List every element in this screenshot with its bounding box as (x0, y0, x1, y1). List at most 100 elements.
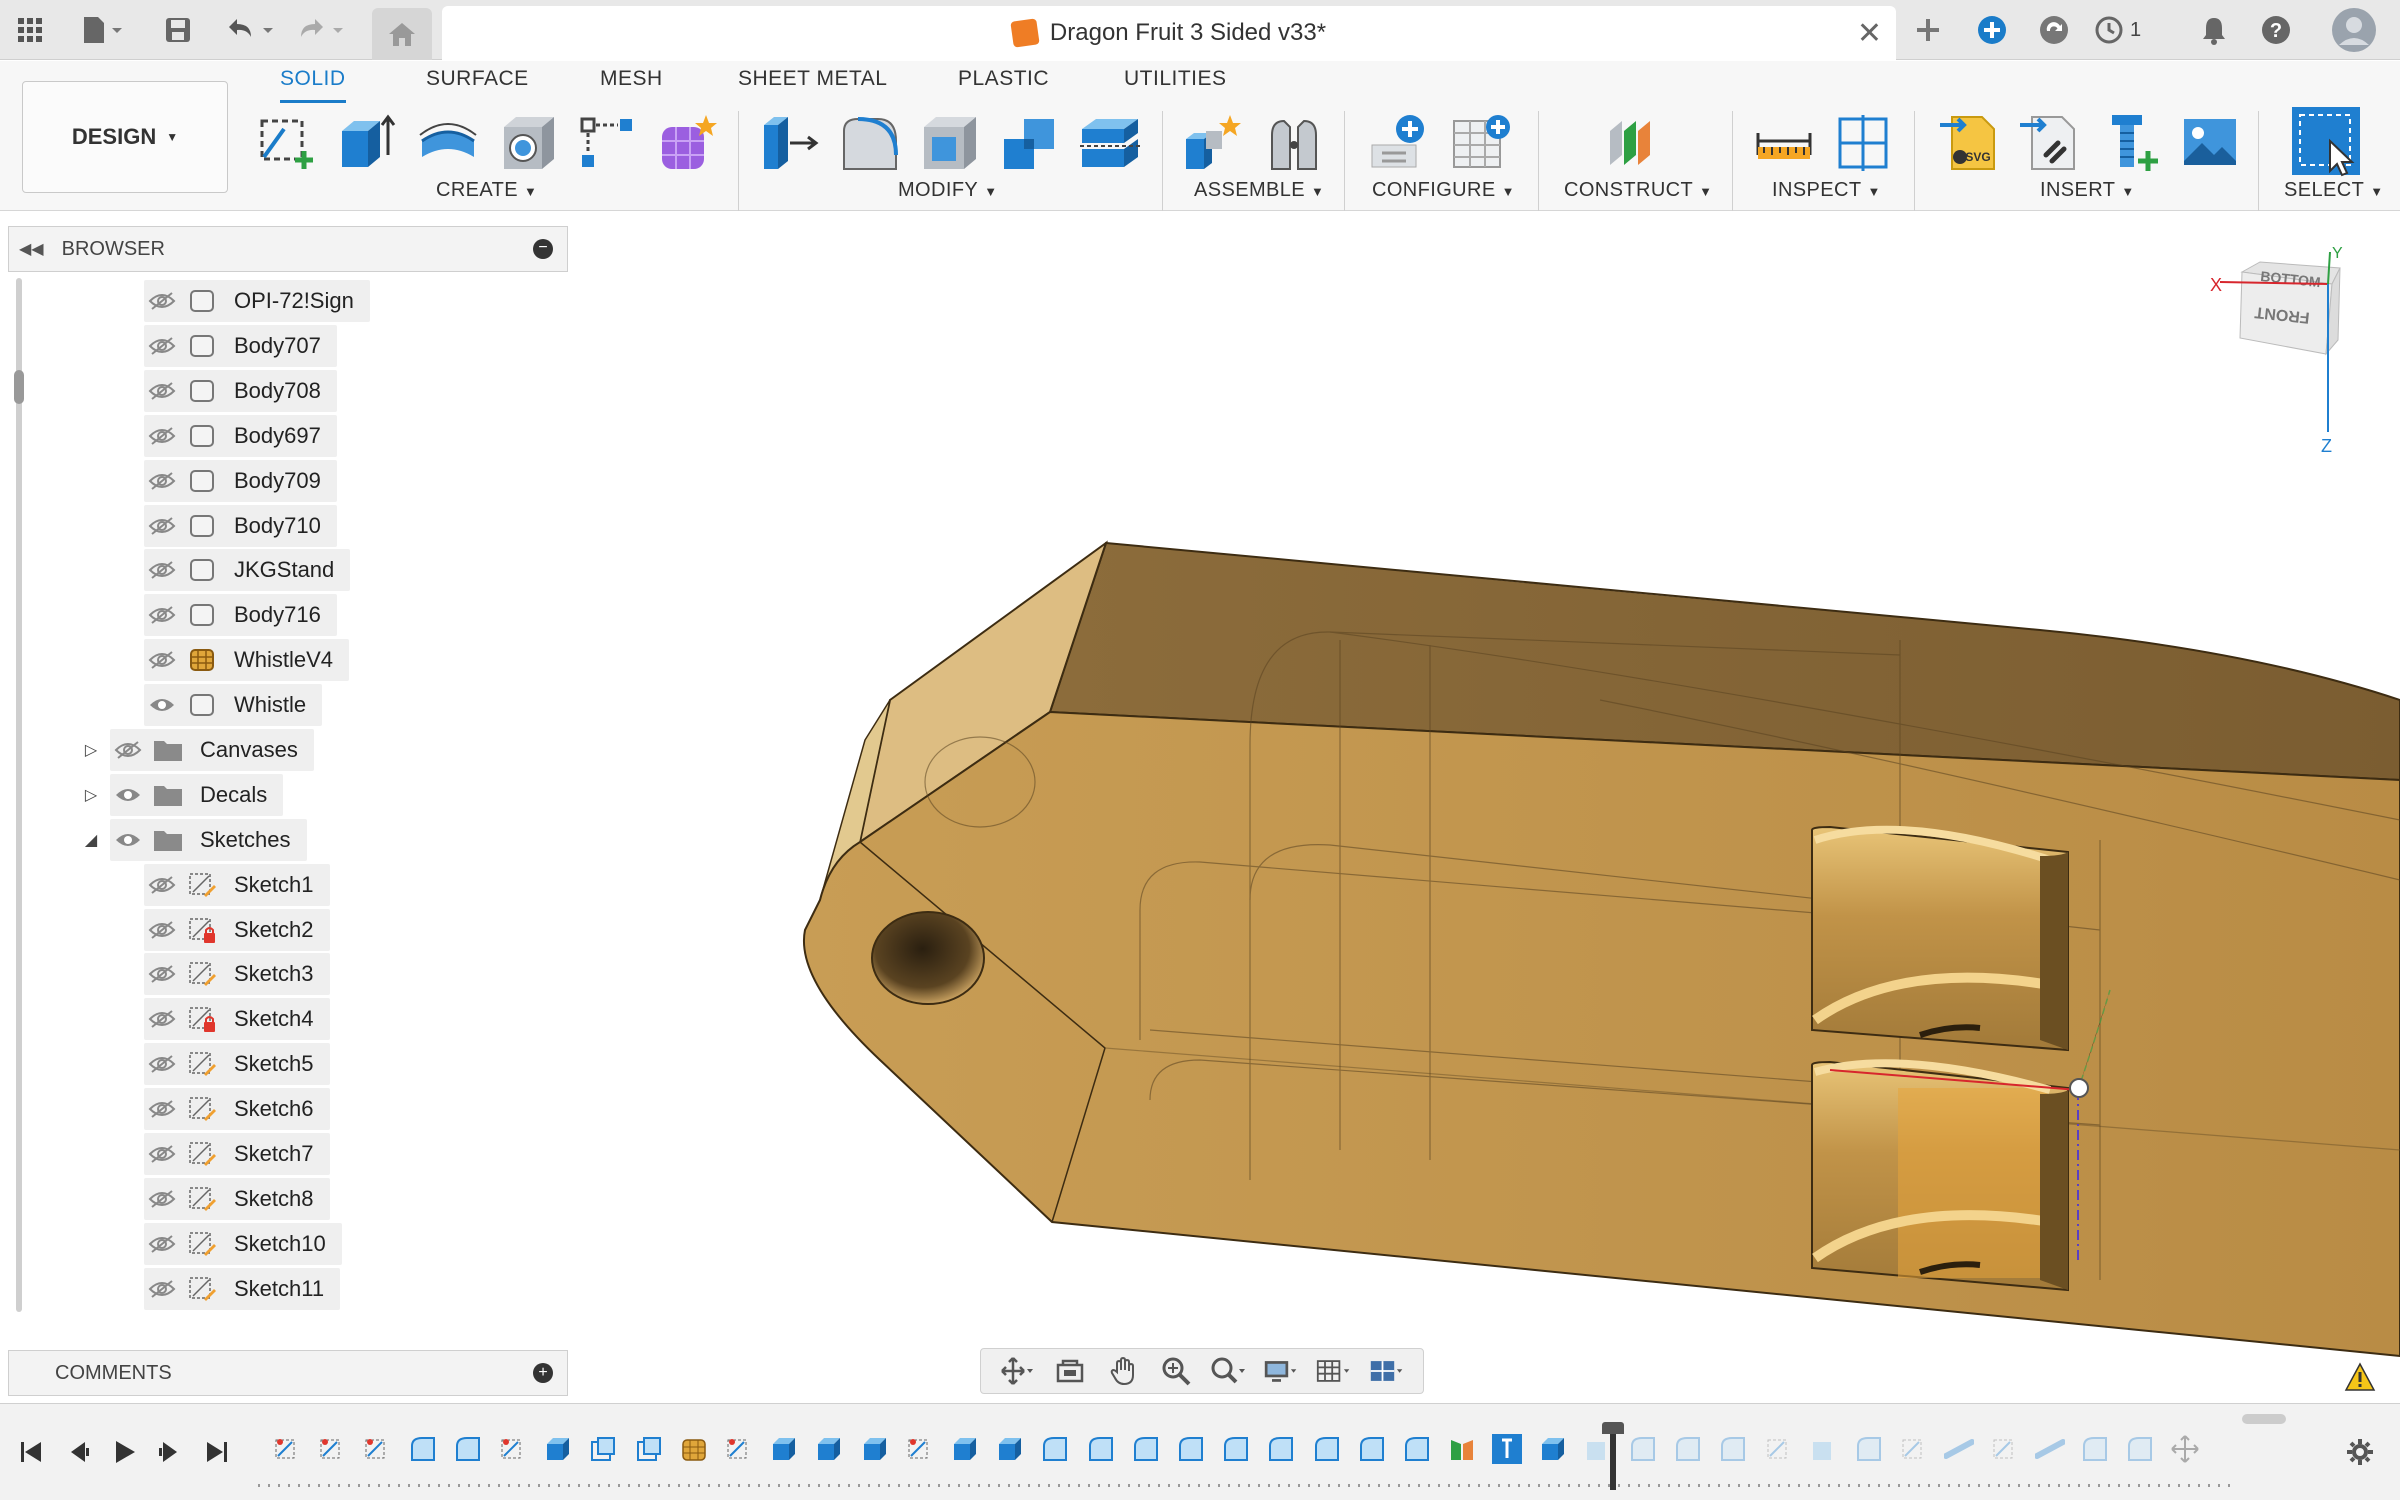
fillet-feature-icon[interactable] (1176, 1434, 1206, 1464)
configure-menu[interactable]: CONFIGURE ▼ (1372, 179, 1515, 202)
hole-icon[interactable] (496, 111, 560, 175)
mesh-feature-icon[interactable] (679, 1434, 709, 1464)
fillet-feature-icon[interactable] (1266, 1434, 1296, 1464)
body-item[interactable]: Body709 (144, 460, 337, 502)
sketch-item[interactable]: Sketch10 (144, 1223, 342, 1265)
eye-hidden-icon[interactable] (144, 1140, 180, 1168)
suppressed-fillet-icon[interactable] (2125, 1434, 2155, 1464)
timeline-last-icon[interactable] (196, 1432, 236, 1472)
file-menu-icon[interactable] (72, 8, 132, 52)
eye-hidden-icon[interactable] (144, 332, 180, 360)
eye-visible-icon[interactable] (144, 691, 180, 719)
configure-design-icon[interactable] (1368, 111, 1432, 175)
redo-icon[interactable] (290, 8, 350, 52)
sketch-feature-icon[interactable] (317, 1434, 347, 1464)
fillet-feature-icon[interactable] (1086, 1434, 1116, 1464)
extensions-icon[interactable] (1970, 8, 2014, 52)
eye-visible-icon[interactable] (110, 826, 146, 854)
eye-hidden-icon[interactable] (144, 601, 180, 629)
avatar[interactable] (2328, 8, 2380, 52)
combine-feature-icon[interactable] (588, 1434, 618, 1464)
save-icon[interactable] (158, 8, 198, 52)
extrude-feature-icon[interactable] (769, 1434, 799, 1464)
eye-hidden-icon[interactable] (144, 1185, 180, 1213)
combine-feature-icon[interactable] (634, 1434, 664, 1464)
sketch-item[interactable]: Sketch7 (144, 1133, 330, 1175)
tab-solid[interactable]: SOLID (280, 67, 346, 103)
collapse-triangle-icon[interactable]: ◢ (80, 829, 102, 851)
fillet-feature-icon[interactable] (1312, 1434, 1342, 1464)
eye-hidden-icon[interactable] (144, 1095, 180, 1123)
extrude-feature-icon[interactable] (995, 1434, 1025, 1464)
folder-item[interactable]: Sketches (110, 819, 307, 861)
suppressed-extrude-icon[interactable] (1583, 1434, 1613, 1464)
eye-hidden-icon[interactable] (144, 1005, 180, 1033)
collapse-panel-icon[interactable]: ◀◀ (19, 239, 44, 259)
body-item[interactable]: Body708 (144, 370, 337, 412)
fillet-feature-icon[interactable] (1402, 1434, 1432, 1464)
timeline-scroll[interactable] (2242, 1414, 2286, 1424)
insert-mcmaster-icon[interactable] (2098, 111, 2162, 175)
eye-hidden-icon[interactable] (144, 556, 180, 584)
configuration-table-icon[interactable] (1450, 111, 1514, 175)
timeline-previous-icon[interactable] (58, 1432, 98, 1472)
assemble-menu[interactable]: ASSEMBLE ▼ (1194, 179, 1324, 202)
inspect-menu[interactable]: INSPECT ▼ (1772, 179, 1881, 202)
body-item[interactable]: Body716 (144, 594, 337, 636)
warning-icon[interactable] (2344, 1362, 2376, 1392)
suppressed-extrude-icon[interactable] (1809, 1434, 1839, 1464)
fillet-feature-icon[interactable] (453, 1434, 483, 1464)
browser-scrollbar[interactable] (16, 278, 22, 1312)
fillet-feature-icon[interactable] (1131, 1434, 1161, 1464)
extrude-feature-icon[interactable] (860, 1434, 890, 1464)
insert-canvas-icon[interactable] (2178, 111, 2242, 175)
expand-triangle-icon[interactable]: ▷ (80, 784, 102, 806)
suppressed-sketch-icon[interactable] (1899, 1434, 1929, 1464)
fillet-feature-icon[interactable] (1221, 1434, 1251, 1464)
timeline-next-icon[interactable] (150, 1432, 190, 1472)
minimize-panel-icon[interactable]: − (533, 239, 553, 259)
sketch-item[interactable]: Sketch1 (144, 864, 330, 906)
sketch-item[interactable]: Sketch2 (144, 909, 330, 951)
tab-sheet-metal[interactable]: SHEET METAL (738, 67, 887, 103)
joint-icon[interactable] (1262, 111, 1326, 175)
suppressed-sketch-icon[interactable] (1990, 1434, 2020, 1464)
body-item[interactable]: Body697 (144, 415, 337, 457)
display-settings-icon[interactable] (1263, 1355, 1299, 1387)
eye-hidden-icon[interactable] (144, 467, 180, 495)
browser-header[interactable]: ◀◀ BROWSER − (8, 226, 568, 272)
timeline-track[interactable] (258, 1484, 2238, 1487)
timeline-marker[interactable] (1602, 1422, 1624, 1490)
help-icon[interactable]: ? (2254, 8, 2298, 52)
create-menu[interactable]: CREATE ▼ (436, 179, 537, 202)
look-at-icon[interactable] (1052, 1355, 1088, 1387)
eye-hidden-icon[interactable] (144, 422, 180, 450)
create-form-icon[interactable] (656, 111, 720, 175)
fillet-icon[interactable] (838, 111, 902, 175)
sketch-feature-icon[interactable] (724, 1434, 754, 1464)
eye-hidden-icon[interactable] (144, 287, 180, 315)
suppressed-fillet-icon[interactable] (1854, 1434, 1884, 1464)
tab-mesh[interactable]: MESH (600, 67, 663, 103)
body-item[interactable]: Body710 (144, 505, 337, 547)
select-menu[interactable]: SELECT ▼ (2284, 179, 2383, 202)
suppressed-fillet-icon[interactable] (1718, 1434, 1748, 1464)
fillet-feature-icon[interactable] (1040, 1434, 1070, 1464)
pan-icon[interactable] (1105, 1355, 1141, 1387)
orbit-icon[interactable] (999, 1355, 1035, 1387)
sketch-feature-icon[interactable] (272, 1434, 302, 1464)
workspace-switcher[interactable]: DESIGN ▼ (22, 81, 228, 193)
combine-icon[interactable] (998, 111, 1062, 175)
suppressed-path-icon[interactable] (1943, 1434, 1976, 1464)
body-item[interactable]: Body707 (144, 325, 337, 367)
timeline-settings-icon[interactable] (2340, 1432, 2380, 1472)
select-icon[interactable] (2290, 105, 2362, 177)
eye-visible-icon[interactable] (110, 781, 146, 809)
eye-hidden-icon[interactable] (144, 916, 180, 944)
sketch-feature-icon[interactable] (905, 1434, 935, 1464)
eye-hidden-icon[interactable] (144, 512, 180, 540)
viewports-icon[interactable] (1369, 1355, 1405, 1387)
body-item[interactable]: WhistleV4 (144, 639, 350, 681)
move-feature-icon[interactable] (2170, 1434, 2200, 1464)
home-tab-icon[interactable] (372, 8, 432, 60)
